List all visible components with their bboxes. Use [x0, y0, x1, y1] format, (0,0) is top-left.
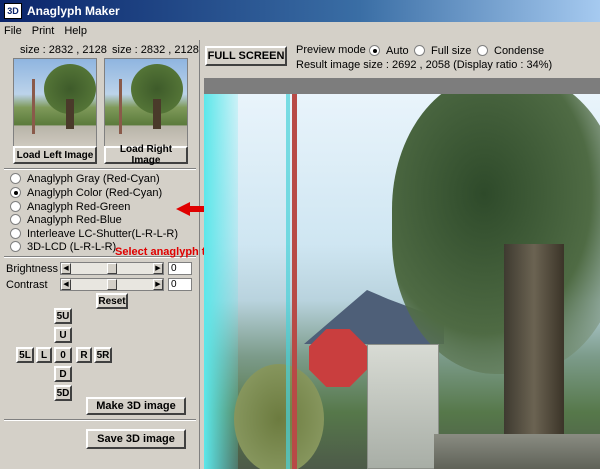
window-title: Anaglyph Maker — [27, 4, 120, 18]
radio-label: Anaglyph Red-Green — [27, 200, 131, 213]
radio-button[interactable] — [10, 173, 21, 184]
radio-interleave-lc-shutter[interactable]: Interleave LC-Shutter(L-R-L-R) — [10, 227, 178, 240]
radio-3d-lcd[interactable]: 3D-LCD (L-R-L-R) — [10, 240, 116, 253]
radio-button[interactable] — [10, 228, 21, 239]
radio-button[interactable] — [477, 45, 488, 56]
radio-anaglyph-red-blue[interactable]: Anaglyph Red-Blue — [10, 213, 122, 226]
slider-left-arrow-icon[interactable]: ◀ — [61, 263, 71, 274]
menu-file[interactable]: File — [4, 25, 22, 37]
brightness-label: Brightness — [6, 263, 58, 275]
full-screen-button[interactable]: FULL SCREEN — [205, 46, 287, 66]
radio-anaglyph-gray[interactable]: Anaglyph Gray (Red-Cyan) — [10, 172, 160, 185]
contrast-label: Contrast — [6, 279, 48, 291]
radio-anaglyph-color[interactable]: Anaglyph Color (Red-Cyan) — [10, 186, 162, 199]
right-image-size: size : 2832 , 2128 — [112, 44, 199, 56]
radio-button[interactable] — [10, 241, 21, 252]
move-right-button[interactable]: R — [76, 347, 92, 363]
radio-button[interactable] — [10, 201, 21, 212]
anaglyph-preview-image — [204, 94, 600, 469]
menu-print[interactable]: Print — [32, 25, 55, 37]
radio-button[interactable] — [10, 214, 21, 225]
radio-label: Anaglyph Red-Blue — [27, 213, 122, 226]
separator — [4, 168, 196, 170]
radio-label: 3D-LCD (L-R-L-R) — [27, 240, 117, 253]
radio-preview-condense[interactable]: Condense — [477, 44, 544, 57]
radio-preview-auto[interactable]: Auto — [369, 44, 409, 57]
radio-label: Full size — [431, 44, 472, 57]
menu-bar: File Print Help — [0, 22, 600, 40]
move-5-up-button[interactable]: 5U — [54, 308, 72, 324]
load-left-image-button[interactable]: Load Left Image — [13, 146, 97, 164]
reset-button[interactable]: Reset — [96, 293, 128, 309]
right-image-thumbnail — [104, 58, 188, 148]
left-image-thumbnail — [13, 58, 97, 148]
radio-label: Auto — [386, 44, 409, 57]
radio-preview-full-size[interactable]: Full size — [414, 44, 471, 57]
menu-help[interactable]: Help — [64, 25, 87, 37]
save-3d-image-button[interactable]: Save 3D image — [86, 429, 186, 449]
center-button[interactable]: 0 — [54, 347, 72, 363]
radio-label: Condense — [494, 44, 545, 57]
radio-button-selected[interactable] — [10, 187, 21, 198]
load-right-image-button[interactable]: Load Right Image — [104, 144, 188, 166]
radio-button-selected[interactable] — [369, 45, 380, 56]
radio-button[interactable] — [414, 45, 425, 56]
slider-thumb[interactable] — [107, 263, 117, 274]
move-down-button[interactable]: D — [54, 366, 72, 382]
move-5-left-button[interactable]: 5L — [16, 347, 34, 363]
title-bar: 3D Anaglyph Maker — [0, 0, 600, 22]
radio-label: Interleave LC-Shutter(L-R-L-R) — [27, 227, 178, 240]
brightness-slider[interactable]: ◀ ▶ — [60, 262, 164, 275]
slider-left-arrow-icon[interactable]: ◀ — [61, 279, 71, 290]
contrast-slider[interactable]: ◀ ▶ — [60, 278, 164, 291]
app-3d-icon: 3D — [4, 3, 22, 19]
slider-thumb[interactable] — [107, 279, 117, 290]
radio-label: Anaglyph Color (Red-Cyan) — [27, 186, 163, 199]
separator — [4, 419, 196, 421]
result-image-size: Result image size : 2692 , 2058 (Display… — [296, 59, 553, 71]
preview-mode-label: Preview mode — [296, 44, 366, 56]
preview-panel: FULL SCREEN Preview mode Auto Full size … — [201, 40, 600, 469]
preview-top-bar — [204, 78, 600, 94]
slider-right-arrow-icon[interactable]: ▶ — [153, 263, 163, 274]
preview-viewport[interactable] — [204, 78, 600, 469]
move-5-right-button[interactable]: 5R — [94, 347, 112, 363]
brightness-value[interactable]: 0 — [168, 262, 192, 275]
move-up-button[interactable]: U — [54, 327, 72, 343]
move-5-down-button[interactable]: 5D — [54, 385, 72, 401]
move-left-button[interactable]: L — [36, 347, 52, 363]
slider-right-arrow-icon[interactable]: ▶ — [153, 279, 163, 290]
radio-label: Anaglyph Gray (Red-Cyan) — [27, 172, 160, 185]
make-3d-image-button[interactable]: Make 3D image — [86, 397, 186, 415]
left-image-size: size : 2832 , 2128 — [20, 44, 107, 56]
radio-anaglyph-red-green[interactable]: Anaglyph Red-Green — [10, 200, 130, 213]
contrast-value[interactable]: 0 — [168, 278, 192, 291]
